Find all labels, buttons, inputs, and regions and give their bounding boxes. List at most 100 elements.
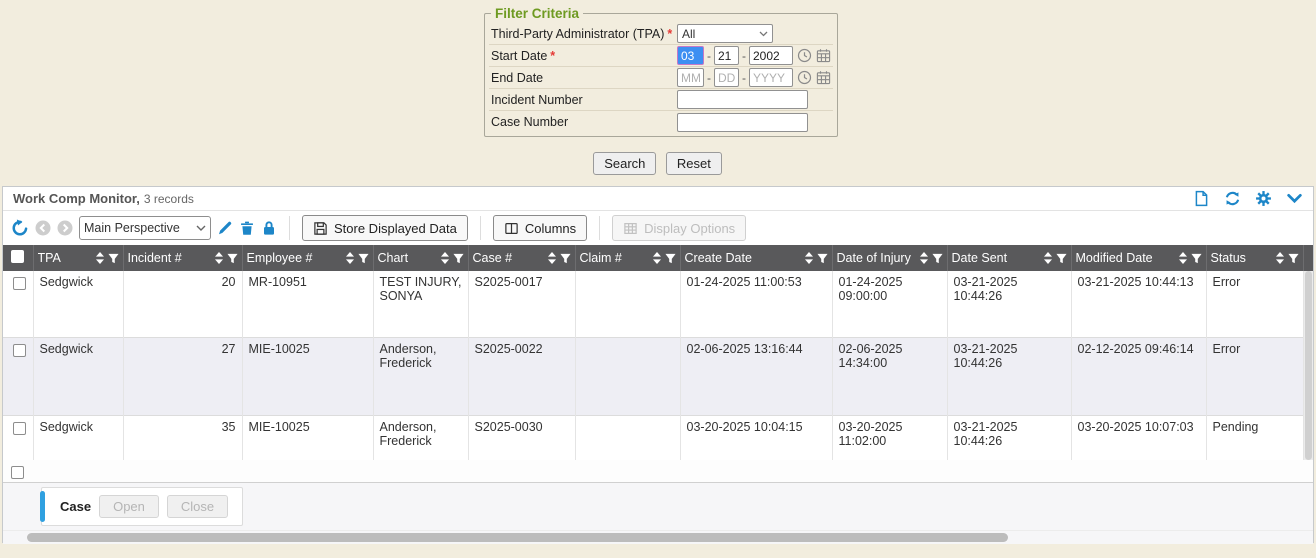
- undo-icon[interactable]: [11, 219, 29, 237]
- table-row[interactable]: Sedgwick 27 MIE-10025 Anderson, Frederic…: [3, 337, 1304, 415]
- filter-funnel-icon[interactable]: [932, 253, 943, 264]
- refresh-icon[interactable]: [1224, 190, 1241, 207]
- case-group-label: Case: [60, 499, 91, 514]
- row-checkbox[interactable]: [13, 344, 26, 357]
- trash-icon[interactable]: [239, 220, 255, 236]
- columns-icon: [504, 221, 519, 236]
- columns-button[interactable]: Columns: [493, 215, 587, 241]
- cell-tpa: Sedgwick: [33, 337, 123, 415]
- filter-funnel-icon[interactable]: [453, 253, 464, 264]
- cell-chart: TEST INJURY, SONYA: [373, 271, 468, 337]
- horizontal-scrollbar[interactable]: [3, 530, 1313, 544]
- select-all-header-cell: [3, 245, 33, 271]
- row-checkbox[interactable]: [13, 422, 26, 435]
- horizontal-scrollbar-thumb[interactable]: [27, 533, 1008, 542]
- select-all-footer-checkbox[interactable]: [11, 466, 24, 479]
- prev-page-icon[interactable]: [35, 220, 51, 236]
- col-header-date-sent[interactable]: Date Sent: [947, 245, 1071, 271]
- col-header-claim[interactable]: Claim #: [575, 245, 680, 271]
- next-page-icon[interactable]: [57, 220, 73, 236]
- filter-funnel-icon[interactable]: [1288, 253, 1299, 264]
- filter-funnel-icon[interactable]: [227, 253, 238, 264]
- end-date-mm-input[interactable]: [677, 68, 704, 87]
- cell-date-sent: 03-21-2025 10:44:26: [947, 415, 1071, 460]
- cell-status: Error: [1206, 271, 1304, 337]
- work-comp-monitor-panel: Work Comp Monitor, 3 records Main Perspe…: [2, 186, 1314, 543]
- filter-funnel-icon[interactable]: [1191, 253, 1202, 264]
- sort-icon[interactable]: [653, 252, 661, 264]
- table-row[interactable]: Sedgwick 35 MIE-10025 Anderson, Frederic…: [3, 415, 1304, 460]
- col-header-status[interactable]: Status: [1206, 245, 1304, 271]
- end-date-yyyy-input[interactable]: [749, 68, 793, 87]
- close-case-button[interactable]: Close: [167, 495, 228, 518]
- tpa-select[interactable]: All: [677, 24, 773, 43]
- reset-button[interactable]: Reset: [666, 152, 722, 175]
- col-header-modified-date[interactable]: Modified Date: [1071, 245, 1206, 271]
- grid-header-row: TPA Incident # Employee # Chart Case # C…: [3, 245, 1304, 271]
- filter-funnel-icon[interactable]: [665, 253, 676, 264]
- select-all-checkbox[interactable]: [11, 250, 24, 263]
- col-header-tpa[interactable]: TPA: [33, 245, 123, 271]
- display-options-button[interactable]: Display Options: [612, 215, 746, 241]
- sort-icon[interactable]: [346, 252, 354, 264]
- sort-icon[interactable]: [96, 252, 104, 264]
- lock-icon[interactable]: [261, 220, 277, 236]
- end-date-dd-input[interactable]: [714, 68, 739, 87]
- col-header-chart[interactable]: Chart: [373, 245, 468, 271]
- start-date-yyyy-input[interactable]: [749, 46, 793, 65]
- case-number-input[interactable]: [677, 113, 808, 132]
- clock-icon[interactable]: [797, 70, 812, 85]
- results-grid: TPA Incident # Employee # Chart Case # C…: [3, 245, 1313, 460]
- col-header-employee[interactable]: Employee #: [242, 245, 373, 271]
- col-header-incident[interactable]: Incident #: [123, 245, 242, 271]
- collapse-chevron-icon[interactable]: [1286, 190, 1303, 207]
- col-header-date-of-injury[interactable]: Date of Injury: [832, 245, 947, 271]
- sort-icon[interactable]: [548, 252, 556, 264]
- col-header-case[interactable]: Case #: [468, 245, 575, 271]
- case-action-group: Case Open Close: [41, 487, 243, 526]
- filter-funnel-icon[interactable]: [817, 253, 828, 264]
- calendar-icon[interactable]: [816, 48, 831, 63]
- calendar-icon[interactable]: [816, 70, 831, 85]
- panel-title: Work Comp Monitor,: [13, 191, 140, 206]
- vertical-scrollbar[interactable]: [1304, 271, 1313, 460]
- required-asterisk: *: [667, 27, 672, 41]
- sort-icon[interactable]: [215, 252, 223, 264]
- cell-claim: [575, 337, 680, 415]
- end-date-label: End Date: [491, 71, 677, 85]
- filter-funnel-icon[interactable]: [358, 253, 369, 264]
- filter-funnel-icon[interactable]: [108, 253, 119, 264]
- new-document-icon[interactable]: [1193, 190, 1210, 207]
- edit-pencil-icon[interactable]: [217, 220, 233, 236]
- filter-funnel-icon[interactable]: [1056, 253, 1067, 264]
- row-checkbox[interactable]: [13, 277, 26, 290]
- filter-funnel-icon[interactable]: [560, 253, 571, 264]
- start-date-row: Start Date* - -: [489, 45, 833, 67]
- table-row[interactable]: Sedgwick 20 MR-10951 TEST INJURY, SONYA …: [3, 271, 1304, 337]
- clock-icon[interactable]: [797, 48, 812, 63]
- start-date-mm-input[interactable]: [677, 46, 704, 65]
- gear-icon[interactable]: [1255, 190, 1272, 207]
- scrollbar-corner: [1304, 245, 1313, 271]
- sort-icon[interactable]: [920, 252, 928, 264]
- sort-icon[interactable]: [441, 252, 449, 264]
- start-date-dd-input[interactable]: [714, 46, 739, 65]
- vertical-scrollbar-thumb[interactable]: [1305, 271, 1312, 460]
- cell-claim: [575, 415, 680, 460]
- sort-icon[interactable]: [1179, 252, 1187, 264]
- sort-icon[interactable]: [805, 252, 813, 264]
- sort-icon[interactable]: [1276, 252, 1284, 264]
- panel-header: Work Comp Monitor, 3 records: [3, 187, 1313, 211]
- open-case-button[interactable]: Open: [99, 495, 159, 518]
- cell-create-date: 03-20-2025 10:04:15: [680, 415, 832, 460]
- sort-icon[interactable]: [1044, 252, 1052, 264]
- perspective-select[interactable]: Main Perspective: [79, 216, 211, 240]
- incident-number-row: Incident Number: [489, 89, 833, 111]
- incident-number-input[interactable]: [677, 90, 808, 109]
- col-header-create-date[interactable]: Create Date: [680, 245, 832, 271]
- cell-case: S2025-0022: [468, 337, 575, 415]
- perspective-select-value: Main Perspective: [84, 221, 180, 235]
- cell-modified-date: 02-12-2025 09:46:14: [1071, 337, 1206, 415]
- store-displayed-data-button[interactable]: Store Displayed Data: [302, 215, 468, 241]
- search-button[interactable]: Search: [593, 152, 656, 175]
